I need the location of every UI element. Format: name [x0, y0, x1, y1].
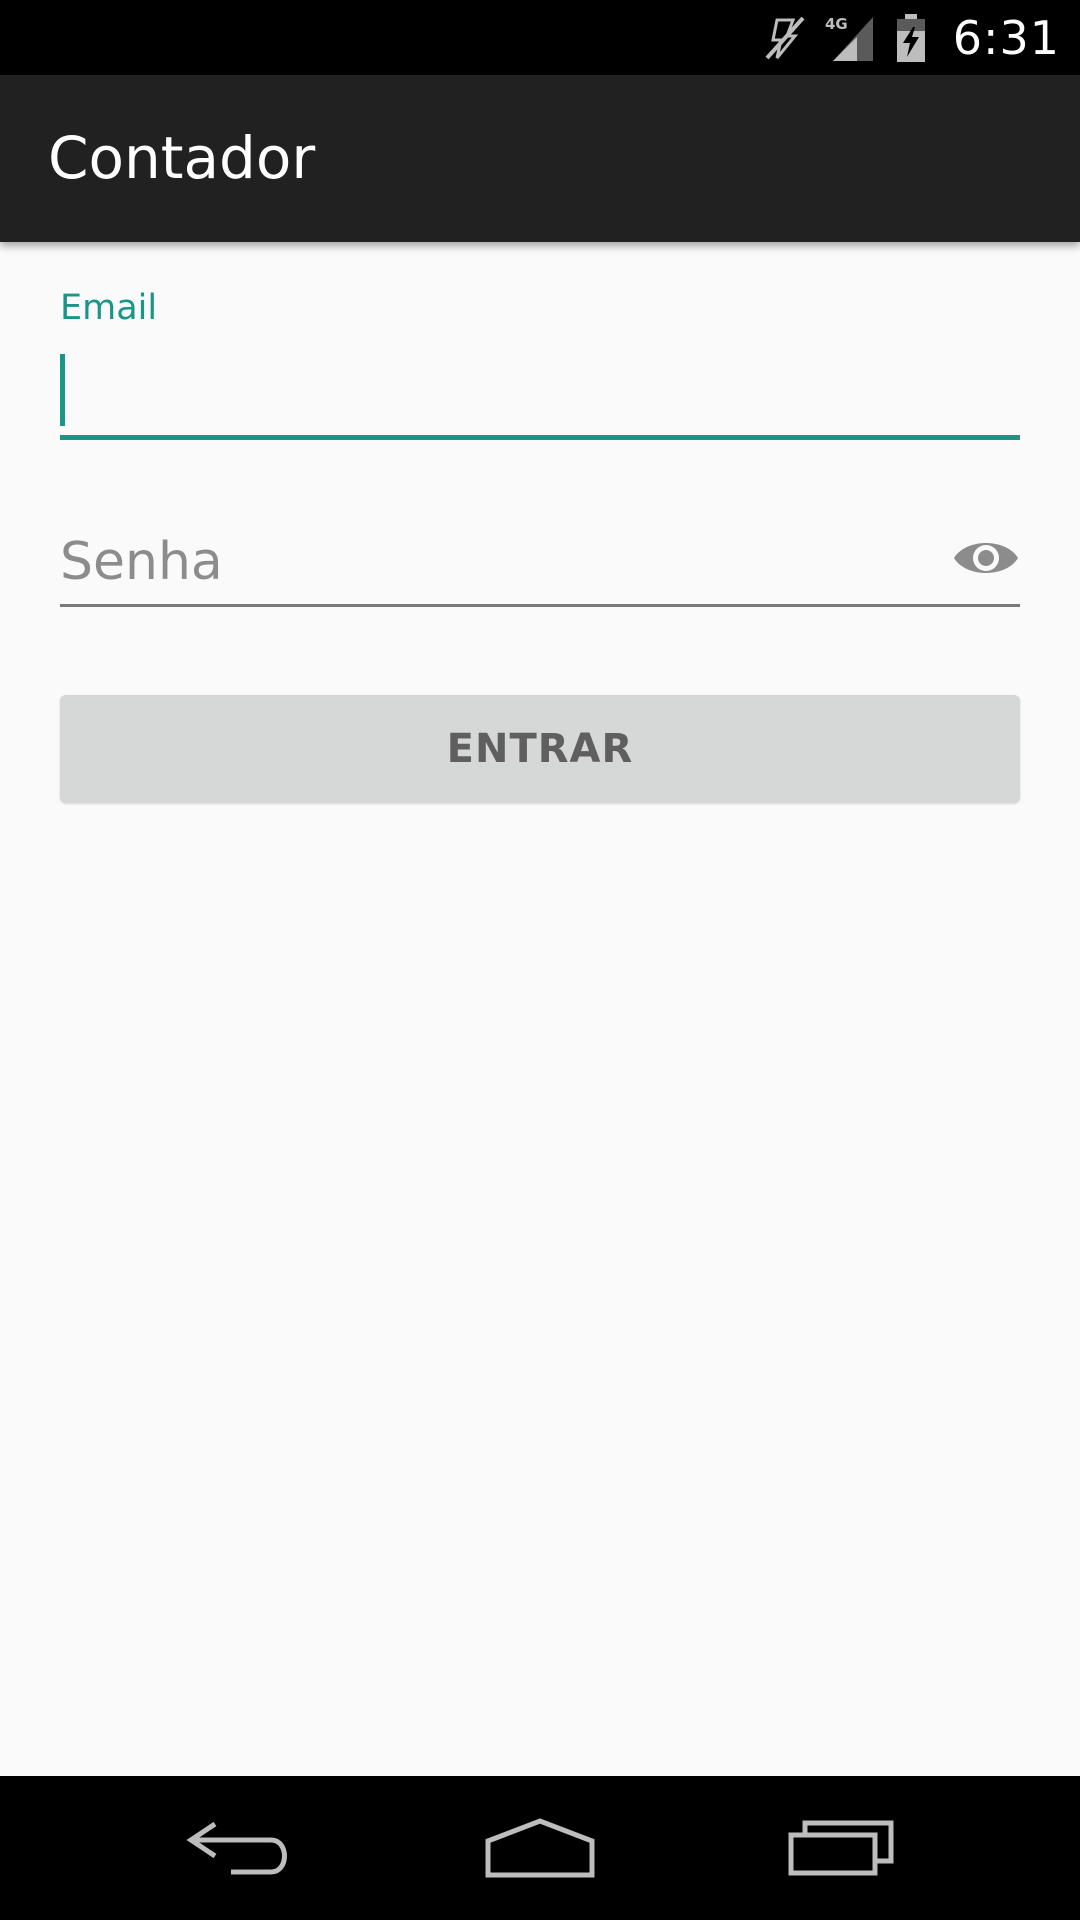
login-form: Email Senha ENTRAR	[0, 242, 1080, 1776]
eye-icon[interactable]	[952, 534, 1020, 582]
battery-charging-icon	[895, 13, 927, 63]
vibrate-muted-icon	[763, 14, 807, 62]
recents-icon[interactable]	[752, 1776, 932, 1920]
password-placeholder: Senha	[60, 532, 223, 592]
app-bar: Contador	[0, 75, 1080, 242]
app-title: Contador	[48, 124, 316, 192]
status-time: 6:31	[952, 10, 1060, 65]
status-bar: 4G 6:31	[0, 0, 1080, 75]
signal-4g-icon: 4G	[825, 13, 877, 63]
svg-text:4G: 4G	[825, 15, 848, 33]
email-field[interactable]	[60, 347, 1020, 440]
login-button[interactable]: ENTRAR	[60, 695, 1020, 803]
back-icon[interactable]	[150, 1776, 330, 1920]
text-cursor	[60, 354, 65, 426]
password-field[interactable]: Senha	[60, 512, 1020, 607]
navigation-bar	[0, 1776, 1080, 1920]
status-icons: 4G 6:31	[763, 0, 1060, 75]
home-icon[interactable]	[450, 1776, 630, 1920]
email-label: Email	[60, 288, 158, 328]
